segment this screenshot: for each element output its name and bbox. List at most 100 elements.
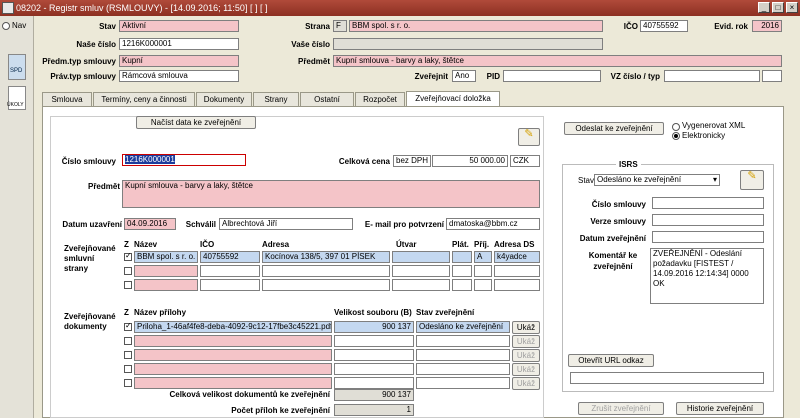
dok-cell[interactable]	[134, 335, 332, 347]
strany-cell[interactable]	[474, 279, 492, 291]
tab-terminy[interactable]: Termíny, ceny a činnosti	[93, 92, 195, 106]
dok-cell[interactable]	[416, 349, 510, 361]
predm-typ-field[interactable]: Kupní	[119, 55, 239, 67]
celkova-velikost-field[interactable]: 900 137	[334, 389, 414, 401]
dok-cell[interactable]	[416, 363, 510, 375]
ukaz-button[interactable]: Ukáž	[512, 363, 540, 376]
strany-row-checkbox[interactable]	[124, 267, 132, 275]
cislo-field[interactable]: 1216K000001	[122, 154, 246, 166]
strany-cell[interactable]	[262, 279, 390, 291]
zrusit-button[interactable]: Zrušit zveřejnění	[578, 402, 664, 415]
refresh-icon[interactable]: ✎	[740, 170, 764, 190]
strany-cell[interactable]	[134, 279, 198, 291]
schvalil-field[interactable]: Albrechtová Jiří	[219, 218, 353, 230]
strany-ds[interactable]: k4yadce	[494, 251, 540, 263]
email-field[interactable]: dmatoska@bbm.cz	[446, 218, 540, 230]
load-data-button[interactable]: Načíst data ke zveřejnění	[136, 116, 256, 129]
strany-row-checkbox[interactable]	[124, 251, 132, 261]
dok-cell[interactable]	[416, 335, 510, 347]
open-url-button[interactable]: Otevřít URL odkaz	[568, 354, 654, 367]
tab-zverejnovaci-dolozka[interactable]: Zveřejňovací doložka	[406, 91, 500, 106]
strany-cell[interactable]	[392, 265, 450, 277]
historie-button[interactable]: Historie zveřejnění	[676, 402, 764, 415]
radio-elektronicky[interactable]	[672, 132, 680, 140]
ukaz-button[interactable]: Ukáž	[512, 335, 540, 348]
dok-row-checkbox[interactable]	[124, 321, 132, 331]
isrs-stav-select[interactable]: Odesláno ke zveřejnění ▾	[594, 174, 720, 186]
datum-field[interactable]: 04.09.2016	[124, 218, 176, 230]
nav-radio[interactable]	[2, 22, 10, 30]
spd-icon[interactable]	[8, 54, 26, 80]
strany-adresa[interactable]: Kocínova 138/5, 397 01 PÍSEK	[262, 251, 390, 263]
dok-cell[interactable]	[134, 377, 332, 389]
strany-ico[interactable]: 40755592	[200, 251, 260, 263]
celkova-mena[interactable]: CZK	[510, 155, 540, 167]
vz-field[interactable]	[664, 70, 760, 82]
refresh-icon[interactable]: ✎	[518, 128, 540, 146]
strany-cell[interactable]	[262, 265, 390, 277]
isrs-komentar-field[interactable]: ZVEŘEJNĚNÍ - Odeslání požadavku [FISTEST…	[650, 248, 764, 304]
vase-cislo-field[interactable]	[333, 38, 603, 50]
dok-cell[interactable]	[334, 349, 414, 361]
celkova-field[interactable]: 50 000.00	[432, 155, 508, 167]
predmet-form-field[interactable]: Kupní smlouva - barvy a laky, štětce	[122, 180, 540, 208]
dok-cell[interactable]	[334, 377, 414, 389]
isrs-verze-field[interactable]	[652, 214, 764, 226]
dok-nazev[interactable]: Priloha_1-46af4fe8-deba-4092-9c12-17fbe3…	[134, 321, 332, 333]
radio-xml[interactable]	[672, 123, 680, 131]
vase-cislo-label: Vaše číslo	[291, 40, 330, 49]
ico-field[interactable]: 40755592	[640, 20, 688, 32]
prav-typ-field[interactable]: Rámcová smlouva	[119, 70, 239, 82]
dok-cell[interactable]	[334, 335, 414, 347]
dok-cell[interactable]	[134, 349, 332, 361]
maximize-button[interactable]: □	[772, 2, 784, 13]
stav-field[interactable]: Aktivní	[119, 20, 239, 32]
strany-plat[interactable]	[452, 251, 472, 263]
ukaz-button[interactable]: Ukáž	[512, 321, 540, 334]
strany-prij[interactable]: A	[474, 251, 492, 263]
evid-rok-field[interactable]: 2016	[752, 20, 782, 32]
isrs-cislo-field[interactable]	[652, 197, 764, 209]
dok-row-checkbox[interactable]	[124, 337, 132, 345]
strany-cell[interactable]	[200, 265, 260, 277]
dok-cell[interactable]	[334, 363, 414, 375]
strany-row-checkbox[interactable]	[124, 281, 132, 289]
url-field[interactable]	[570, 372, 764, 384]
strany-cell[interactable]	[452, 265, 472, 277]
strany-nazev[interactable]: BBM spol. s r. o.	[134, 251, 198, 263]
dok-row-checkbox[interactable]	[124, 365, 132, 373]
dok-cell[interactable]	[134, 363, 332, 375]
ukaz-button[interactable]: Ukáž	[512, 349, 540, 362]
tab-strany[interactable]: Strany	[253, 92, 299, 106]
strany-cell[interactable]	[200, 279, 260, 291]
strany-cell[interactable]	[474, 265, 492, 277]
dok-stav[interactable]: Odesláno ke zveřejnění	[416, 321, 510, 333]
vz-type-field[interactable]	[762, 70, 782, 82]
dok-row-checkbox[interactable]	[124, 379, 132, 387]
zverejnit-field[interactable]: Ano	[452, 70, 476, 82]
isrs-datum-field[interactable]	[652, 231, 764, 243]
dok-row-checkbox[interactable]	[124, 351, 132, 359]
strany-utvar[interactable]	[392, 251, 450, 263]
tab-smlouva[interactable]: Smlouva	[42, 92, 92, 106]
strany-cell[interactable]	[392, 279, 450, 291]
tab-dokumenty[interactable]: Dokumenty	[196, 92, 252, 106]
dok-cell[interactable]	[416, 377, 510, 389]
strany-cell[interactable]	[494, 279, 540, 291]
strana-field[interactable]: BBM spol. s r. o.	[349, 20, 603, 32]
strana-code[interactable]: F	[333, 20, 347, 32]
close-button[interactable]: ×	[786, 2, 798, 13]
nase-cislo-field[interactable]: 1216K000001	[119, 38, 239, 50]
ukaz-button[interactable]: Ukáž	[512, 377, 540, 390]
odeslat-button[interactable]: Odeslat ke zveřejnění	[564, 122, 664, 135]
strany-cell[interactable]	[134, 265, 198, 277]
predmet-field[interactable]: Kupní smlouva - barvy a laky, štětce	[333, 55, 782, 67]
tab-ostatni[interactable]: Ostatní	[300, 92, 354, 106]
minimize-button[interactable]: _	[758, 2, 770, 13]
strany-cell[interactable]	[452, 279, 472, 291]
strany-cell[interactable]	[494, 265, 540, 277]
tab-rozpocet[interactable]: Rozpočet	[355, 92, 405, 106]
dok-velikost[interactable]: 900 137	[334, 321, 414, 333]
pocet-field[interactable]: 1	[334, 404, 414, 416]
celkova-dph[interactable]: bez DPH	[393, 155, 431, 167]
